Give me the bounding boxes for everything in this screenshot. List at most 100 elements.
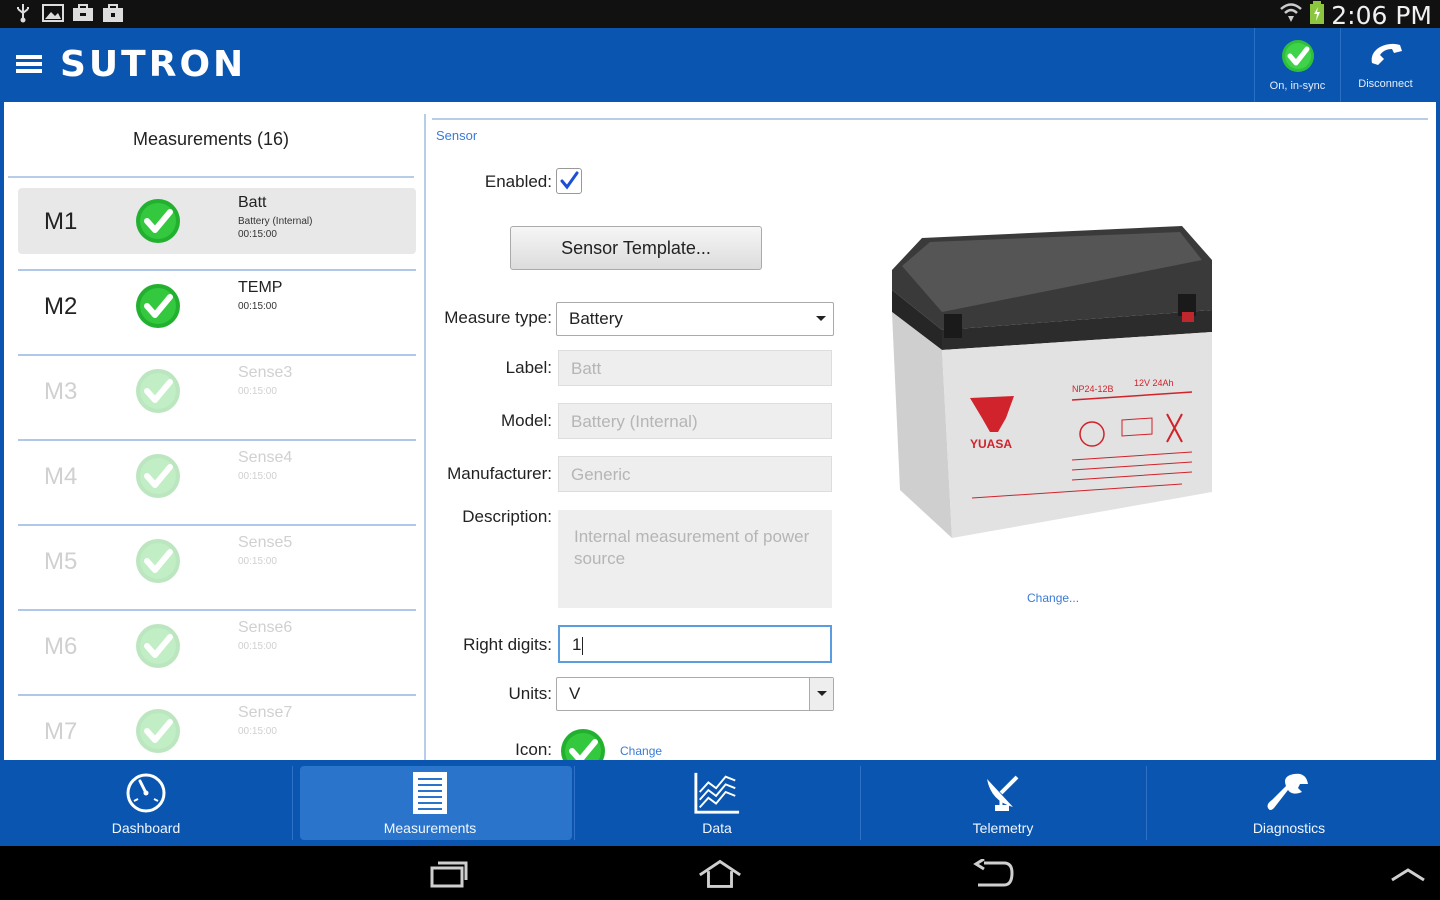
image-change-link[interactable]: Change... [1027, 591, 1079, 605]
measurement-subtitle: Battery (Internal) 00:15:00 [238, 216, 313, 240]
chevron-down-icon [809, 303, 833, 335]
briefcase-icon [72, 3, 94, 23]
measurement-subtitle: 00:15:00 [238, 301, 277, 312]
list-item[interactable]: M5 Sense5 00:15:00 [18, 526, 416, 611]
measurement-title: Sense5 [238, 534, 293, 551]
list-item[interactable]: M3 Sense3 00:15:00 [18, 356, 416, 441]
sensor-check-icon[interactable] [560, 728, 606, 760]
system-nav-bar [0, 846, 1440, 900]
measurements-header: Measurements (16) [8, 102, 414, 178]
measurement-id: M5 [44, 548, 78, 575]
back-icon[interactable] [968, 858, 1016, 890]
nav-label: Dashboard [111, 820, 181, 836]
sensor-image: YUASA NP24-12B 12V 24Ah [882, 220, 1228, 538]
satellite-icon [979, 770, 1027, 816]
checkmark-icon [560, 171, 579, 190]
brand-logo: SUTRON [60, 44, 247, 85]
menu-icon[interactable] [16, 53, 42, 75]
measure-type-select[interactable]: Battery [556, 302, 834, 336]
model-label: Model: [500, 411, 552, 430]
image-icon [42, 3, 64, 23]
nav-label: Diagnostics [1252, 820, 1326, 836]
measurement-title: TEMP [238, 279, 283, 296]
check-icon [135, 283, 181, 329]
bottom-nav: Dashboard Measurements Data Telemetry Di… [0, 760, 1440, 846]
nav-label: Measurements [383, 820, 477, 836]
battery-brand: YUASA [970, 437, 1012, 451]
phone-hangup-icon [1366, 41, 1406, 76]
enabled-checkbox[interactable] [556, 168, 582, 194]
list-item[interactable]: M4 Sense4 00:15:00 [18, 441, 416, 526]
nav-label: Data [702, 820, 732, 836]
check-icon [135, 708, 181, 754]
gauge-icon [122, 770, 170, 816]
check-icon [135, 368, 181, 414]
measurement-id: M4 [44, 463, 78, 490]
units-value: V [569, 684, 581, 703]
nav-diagnostics[interactable]: Diagnostics [1147, 760, 1431, 846]
icon-change-link[interactable]: Change [620, 744, 662, 758]
description-label: Description: [462, 507, 552, 526]
list-item[interactable]: M1 Batt Battery (Internal) 00:15:00 [18, 186, 416, 271]
wrench-icon [1265, 770, 1313, 816]
description-field[interactable]: Internal measurement of power source [558, 510, 832, 608]
measurement-id: M2 [44, 293, 78, 320]
chevron-up-icon[interactable] [1384, 858, 1432, 890]
right-digits-field[interactable]: 1 [558, 625, 832, 663]
list-item[interactable]: M7 Sense7 00:15:00 [18, 696, 416, 760]
list-icon [406, 770, 454, 816]
clock: 2:06 PM [1331, 1, 1432, 30]
measurements-panel: Measurements (16) M1 Batt Battery (Inter… [8, 102, 424, 760]
units-select[interactable]: V [556, 677, 834, 711]
nav-telemetry[interactable]: Telemetry [861, 760, 1145, 846]
manufacturer-field[interactable]: Generic [558, 456, 832, 492]
check-icon [135, 198, 181, 244]
battery-charging-icon [1309, 1, 1325, 30]
measurement-subtitle: 00:15:00 [238, 556, 277, 567]
section-title: Sensor [436, 128, 478, 143]
status-bar: 2:06 PM [0, 0, 1440, 30]
home-icon[interactable] [696, 858, 744, 890]
recent-apps-icon[interactable] [424, 858, 472, 890]
enabled-label: Enabled: [484, 172, 552, 191]
model-field[interactable]: Battery (Internal) [558, 403, 832, 439]
check-icon [1281, 39, 1315, 78]
app-bar: SUTRON On, in-sync Disconnect [0, 28, 1440, 102]
measurement-title: Sense3 [238, 364, 293, 381]
sensor-panel: Sensor Enabled: Sensor Template... Measu… [432, 102, 1432, 760]
nav-dashboard[interactable]: Dashboard [4, 760, 288, 846]
icon-label: Icon: [515, 740, 552, 759]
usb-icon [12, 3, 34, 23]
bag-icon [102, 3, 124, 23]
list-item[interactable]: M2 TEMP 00:15:00 [18, 271, 416, 356]
content-area: Measurements (16) M1 Batt Battery (Inter… [0, 102, 1440, 760]
check-icon [135, 538, 181, 584]
label-label: Label: [505, 358, 552, 377]
disconnect-button[interactable]: Disconnect [1340, 28, 1430, 102]
measure-type-value: Battery [569, 309, 623, 328]
chevron-down-icon [809, 678, 833, 710]
check-icon [135, 453, 181, 499]
measurement-id: M1 [44, 208, 78, 235]
panel-divider [424, 114, 426, 760]
measurement-subtitle: 00:15:00 [238, 641, 277, 652]
wifi-icon [1279, 2, 1303, 29]
nav-data[interactable]: Data [575, 760, 859, 846]
units-label: Units: [508, 684, 552, 703]
section-divider [432, 118, 1428, 120]
nav-measurements[interactable]: Measurements [288, 760, 572, 846]
measurement-title: Sense6 [238, 619, 293, 636]
label-field[interactable]: Batt [558, 350, 832, 386]
disconnect-label: Disconnect [1358, 77, 1413, 90]
measurements-list: M1 Batt Battery (Internal) 00:15:00 M2 TE… [18, 186, 416, 760]
battery-rating: 12V 24Ah [1134, 378, 1174, 388]
measurement-id: M3 [44, 378, 78, 405]
manufacturer-label: Manufacturer: [447, 464, 552, 483]
sensor-template-button[interactable]: Sensor Template... [510, 226, 762, 270]
check-icon [135, 623, 181, 669]
measurement-id: M7 [44, 718, 78, 745]
sync-status-button[interactable]: On, in-sync [1254, 28, 1340, 102]
chart-icon [693, 770, 741, 816]
measurement-subtitle: 00:15:00 [238, 726, 277, 737]
list-item[interactable]: M6 Sense6 00:15:00 [18, 611, 416, 696]
